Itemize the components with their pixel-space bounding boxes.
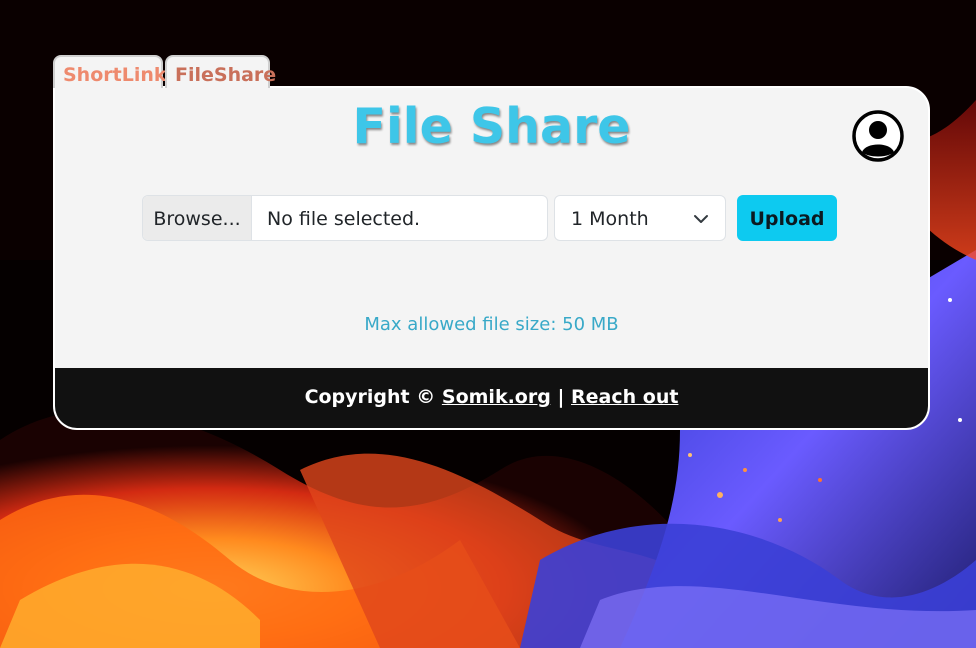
tab-shortlink[interactable]: ShortLink: [53, 55, 167, 88]
max-file-size-note: Max allowed file size: 50 MB: [364, 314, 619, 335]
chevron-down-icon: [694, 215, 708, 223]
selected-file-name: No file selected.: [267, 208, 421, 230]
file-picker[interactable]: Browse... No file selected.: [142, 195, 548, 241]
user-circle-icon[interactable]: [852, 110, 904, 162]
footer-separator: |: [557, 386, 565, 408]
page-title: File Share: [352, 98, 631, 155]
footer: Copyright © Somik.org | Reach out: [55, 368, 928, 428]
tab-bar: ShortLink FileShare: [53, 55, 276, 89]
expiry-selected-value: 1 Month: [571, 208, 649, 230]
upload-button[interactable]: Upload: [737, 195, 837, 241]
upload-form: Browse... No file selected. 1 Month Uplo…: [142, 195, 837, 243]
copyright-text: Copyright ©: [304, 386, 436, 408]
browse-button[interactable]: Browse...: [143, 196, 252, 240]
file-share-card: File Share Browse... No file selected. 1…: [53, 86, 930, 430]
reach-out-link[interactable]: Reach out: [571, 386, 678, 408]
tab-fileshare[interactable]: FileShare: [165, 55, 276, 88]
expiry-select[interactable]: 1 Month: [554, 195, 726, 241]
somik-link[interactable]: Somik.org: [442, 386, 551, 408]
